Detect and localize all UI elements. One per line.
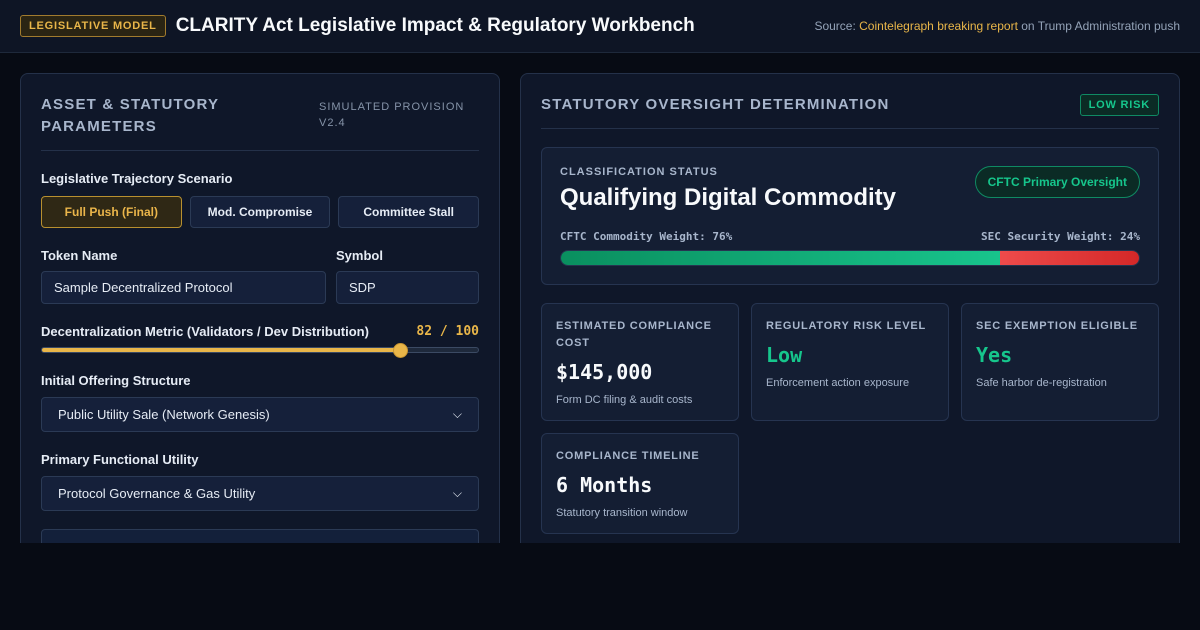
compliance-timeline-card: Compliance Timeline 6 Months Statutory t… bbox=[541, 433, 739, 534]
parameters-panel: Asset & Statutory Parameters Simulated P… bbox=[20, 73, 500, 543]
symbol-input[interactable]: SDP bbox=[336, 271, 479, 304]
app-header: LEGISLATIVE MODEL CLARITY Act Legislativ… bbox=[0, 0, 1200, 53]
sec-weight-segment bbox=[1000, 251, 1139, 265]
utility-selected-value: Protocol Governance & Gas Utility bbox=[58, 486, 256, 501]
stat-subtext: Enforcement action exposure bbox=[766, 377, 910, 389]
weight-labels: CFTC Commodity Weight: 76% SEC Security … bbox=[560, 230, 1140, 243]
stat-value: Low bbox=[766, 343, 803, 367]
main-content: Asset & Statutory Parameters Simulated P… bbox=[0, 53, 1200, 543]
scenario-full-push-button[interactable]: Full Push (Final) bbox=[41, 196, 182, 228]
risk-level-card: Regulatory Risk Level Low Enforcement ac… bbox=[751, 303, 949, 421]
decentralization-value: 82 / 100 bbox=[416, 324, 479, 339]
token-fields: Token Name Sample Decentralized Protocol… bbox=[41, 248, 479, 304]
legislative-model-badge: LEGISLATIVE MODEL bbox=[20, 15, 166, 37]
source-suffix: on Trump Administration push bbox=[1017, 19, 1180, 33]
parameters-panel-header: Asset & Statutory Parameters Simulated P… bbox=[41, 94, 479, 151]
stat-subtext: Statutory transition window bbox=[556, 507, 688, 519]
decentralization-label: Decentralization Metric (Validators / De… bbox=[41, 324, 369, 339]
symbol-group: Symbol SDP bbox=[336, 248, 479, 304]
token-name-label: Token Name bbox=[41, 248, 118, 263]
stat-label: Regulatory Risk Level bbox=[766, 320, 927, 332]
slider-fill bbox=[42, 348, 400, 352]
decentralization-section: Decentralization Metric (Validators / De… bbox=[41, 324, 479, 358]
offering-section: Initial Offering Structure Public Utilit… bbox=[41, 373, 479, 432]
classification-card: Classification Status Qualifying Digital… bbox=[541, 147, 1159, 285]
cftc-weight-label: CFTC Commodity Weight: 76% bbox=[560, 230, 733, 243]
determination-panel: Statutory Oversight Determination LOW RI… bbox=[520, 73, 1180, 543]
utility-select[interactable]: Protocol Governance & Gas Utility ⌵ bbox=[41, 476, 479, 511]
stat-subtext: Form DC filing & audit costs bbox=[556, 394, 693, 406]
weight-bar bbox=[560, 250, 1140, 266]
offering-selected-value: Public Utility Sale (Network Genesis) bbox=[58, 407, 270, 422]
oversight-pill: CFTC Primary Oversight bbox=[974, 166, 1140, 198]
sec-exemption-card: SEC Exemption Eligible Yes Safe harbor d… bbox=[961, 303, 1159, 421]
risk-badge: LOW RISK bbox=[1079, 94, 1159, 116]
stat-label: Compliance Timeline bbox=[556, 450, 700, 462]
token-name-group: Token Name Sample Decentralized Protocol bbox=[41, 248, 326, 304]
symbol-label: Symbol bbox=[336, 248, 383, 263]
stat-label: SEC Exemption Eligible bbox=[976, 320, 1138, 332]
stat-value: 6 Months bbox=[556, 473, 653, 497]
scenario-section: Legislative Trajectory Scenario Full Pus… bbox=[41, 171, 480, 228]
cftc-weight-segment bbox=[561, 251, 1001, 265]
source-link[interactable]: Cointelegraph breaking report bbox=[859, 19, 1018, 33]
offering-select[interactable]: Public Utility Sale (Network Genesis) ⌵ bbox=[41, 397, 479, 432]
compliance-cost-card: Estimated Compliance Cost $145,000 Form … bbox=[541, 303, 739, 421]
token-name-input[interactable]: Sample Decentralized Protocol bbox=[41, 271, 326, 304]
stat-value: Yes bbox=[976, 343, 1013, 367]
chevron-down-icon: ⌵ bbox=[452, 407, 462, 421]
provision-version: Simulated Provision v2.4 bbox=[319, 101, 465, 129]
parameters-panel-title: Asset & Statutory Parameters bbox=[41, 96, 219, 135]
scenario-compromise-button[interactable]: Mod. Compromise bbox=[189, 196, 331, 228]
determination-panel-title: Statutory Oversight Determination bbox=[541, 96, 890, 113]
slider-thumb[interactable] bbox=[392, 342, 408, 358]
app-title: CLARITY Act Legislative Impact & Regulat… bbox=[175, 15, 695, 36]
scenario-buttons: Full Push (Final) Mod. Compromise Commit… bbox=[41, 196, 480, 228]
metric-row: Decentralization Metric (Validators / De… bbox=[41, 324, 479, 339]
additional-parameter-box bbox=[41, 529, 479, 543]
sec-weight-label: SEC Security Weight: 24% bbox=[981, 230, 1140, 243]
determination-panel-header: Statutory Oversight Determination LOW RI… bbox=[541, 94, 1159, 129]
chevron-down-icon: ⌵ bbox=[452, 486, 462, 500]
stats-grid: Estimated Compliance Cost $145,000 Form … bbox=[541, 303, 1159, 534]
utility-label: Primary Functional Utility bbox=[41, 452, 199, 467]
decentralization-slider[interactable] bbox=[41, 342, 479, 358]
offering-label: Initial Offering Structure bbox=[41, 373, 191, 388]
utility-section: Primary Functional Utility Protocol Gove… bbox=[41, 452, 479, 511]
source-prefix: Source: bbox=[814, 19, 860, 33]
stat-label: Estimated Compliance Cost bbox=[556, 320, 712, 349]
stat-subtext: Safe harbor de-registration bbox=[976, 377, 1107, 389]
stat-value: $145,000 bbox=[556, 360, 653, 384]
source-attribution: Source: Cointelegraph breaking report on… bbox=[814, 19, 1180, 33]
scenario-label: Legislative Trajectory Scenario bbox=[41, 171, 233, 186]
scenario-stall-button[interactable]: Committee Stall bbox=[338, 196, 480, 228]
